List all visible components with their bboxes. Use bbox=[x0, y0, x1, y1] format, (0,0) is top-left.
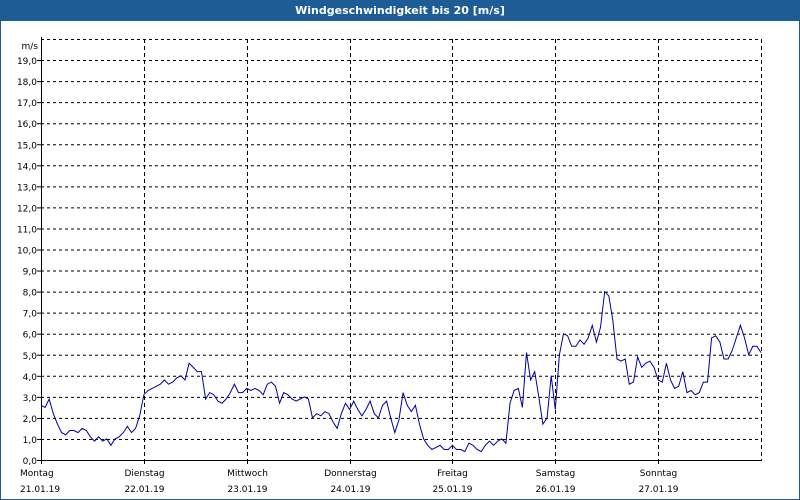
x-tick-date-label: 26.01.19 bbox=[535, 485, 575, 495]
y-tick-label: 3,0 bbox=[23, 394, 38, 404]
wind-speed-series-line bbox=[40, 290, 762, 453]
x-tick-date-label: 21.01.19 bbox=[20, 485, 60, 495]
x-tick-date-label: 23.01.19 bbox=[227, 485, 267, 495]
x-tick-date-label: 25.01.19 bbox=[432, 485, 472, 495]
x-tick-day-label: Dienstag bbox=[124, 469, 164, 479]
y-tick-label: 7,0 bbox=[23, 310, 38, 320]
y-tick-labels: 0,0 1,0 2,0 3,0 4,0 5,0 6,0 7,0 8,0 9,0 10,0 11,0 12… bbox=[17, 57, 37, 467]
y-tick-label: 4,0 bbox=[23, 373, 38, 383]
y-tick-label: 11,0 bbox=[17, 225, 37, 235]
x-tick-day-label: Montag bbox=[20, 469, 54, 479]
y-axis-unit-label: m/s bbox=[22, 42, 39, 52]
y-tick-label: 0,0 bbox=[23, 457, 38, 467]
x-tick-day-label: Samstag bbox=[536, 469, 575, 479]
x-tick-date-label: 22.01.19 bbox=[124, 485, 164, 495]
x-tick-labels: Montag 21.01.19 Dienstag 22.01.19 Mittwoch 23… bbox=[20, 469, 679, 495]
x-tick-day-label: Mittwoch bbox=[227, 469, 268, 479]
y-tick-label: 5,0 bbox=[23, 352, 38, 362]
y-tick-label: 16,0 bbox=[17, 120, 37, 130]
series bbox=[40, 290, 762, 453]
wind-speed-chart: 0,0 1,0 2,0 3,0 4,0 5,0 6,0 7,0 8,0 9,0 10,0 11,0 12… bbox=[17, 37, 762, 495]
y-tick-label: 6,0 bbox=[23, 331, 38, 341]
y-tick-label: 17,0 bbox=[17, 99, 37, 109]
x-tick-day-label: Freitag bbox=[437, 469, 468, 479]
y-tick-label: 19,0 bbox=[17, 57, 37, 67]
x-tick-day-label: Sonntag bbox=[640, 469, 677, 479]
x-tick-day-label: Donnerstag bbox=[324, 469, 377, 479]
y-tick-label: 15,0 bbox=[17, 141, 37, 151]
y-tick-label: 18,0 bbox=[17, 78, 37, 88]
y-tick-label: 14,0 bbox=[17, 162, 37, 172]
y-tick-label: 1,0 bbox=[23, 436, 38, 446]
y-tick-label: 10,0 bbox=[17, 247, 37, 257]
y-tick-label: 9,0 bbox=[23, 268, 38, 278]
y-tick-label: 8,0 bbox=[23, 289, 38, 299]
x-tick-date-label: 27.01.19 bbox=[638, 485, 678, 495]
y-tick-label: 13,0 bbox=[17, 183, 37, 193]
y-tick-label: 12,0 bbox=[17, 204, 37, 214]
y-tick-label: 2,0 bbox=[23, 415, 38, 425]
grid bbox=[41, 39, 762, 460]
x-tick-date-label: 24.01.19 bbox=[330, 485, 370, 495]
